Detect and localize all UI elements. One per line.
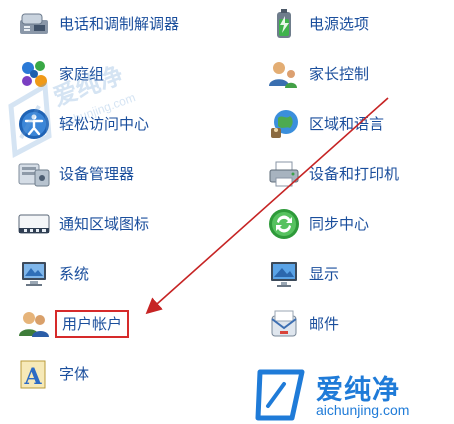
display-icon bbox=[266, 256, 302, 292]
system-icon bbox=[16, 256, 52, 292]
homegroup-icon bbox=[16, 56, 52, 92]
svg-text:A: A bbox=[23, 364, 42, 390]
item-user-accounts[interactable]: 用户帐户 bbox=[16, 304, 130, 344]
item-ease-of-access[interactable]: 轻松访问中心 bbox=[16, 104, 149, 144]
watermark-brand: 爱纯净 aichunjing.com bbox=[254, 366, 454, 424]
notification-area-icon bbox=[16, 206, 52, 242]
item-display[interactable]: 显示 bbox=[266, 254, 339, 294]
item-device-manager[interactable]: 设备管理器 bbox=[16, 154, 134, 194]
item-label: 轻松访问中心 bbox=[59, 115, 150, 133]
item-label: 家长控制 bbox=[309, 65, 370, 83]
item-label: 电话和调制解调器 bbox=[59, 15, 180, 33]
watermark-brand-text: 爱纯净 bbox=[316, 375, 400, 406]
mail-icon bbox=[266, 306, 302, 342]
item-label: 字体 bbox=[59, 365, 90, 383]
fonts-icon: A bbox=[16, 356, 52, 392]
parental-controls-icon bbox=[266, 56, 302, 92]
item-notification-area[interactable]: 通知区域图标 bbox=[16, 204, 149, 244]
user-accounts-icon bbox=[16, 306, 52, 342]
item-parental-controls[interactable]: 家长控制 bbox=[266, 54, 369, 94]
item-devices-printers[interactable]: 设备和打印机 bbox=[266, 154, 399, 194]
watermark-url-text: aichunjing.com bbox=[316, 402, 410, 418]
region-language-icon bbox=[266, 106, 302, 142]
sync-center-icon bbox=[266, 206, 302, 242]
item-label: 同步中心 bbox=[309, 215, 370, 233]
item-label: 通知区域图标 bbox=[59, 215, 150, 233]
item-power-options[interactable]: 电源选项 bbox=[266, 4, 369, 44]
power-options-icon bbox=[266, 6, 302, 42]
item-region-language[interactable]: 区域和语言 bbox=[266, 104, 384, 144]
item-label: 用户帐户 bbox=[54, 310, 130, 338]
item-label: 家庭组 bbox=[59, 65, 105, 83]
item-label: 设备和打印机 bbox=[309, 165, 400, 183]
item-label: 系统 bbox=[59, 265, 90, 283]
item-mail[interactable]: 邮件 bbox=[266, 304, 339, 344]
item-fonts[interactable]: A 字体 bbox=[16, 354, 89, 394]
item-system[interactable]: 系统 bbox=[16, 254, 89, 294]
item-label: 区域和语言 bbox=[309, 115, 385, 133]
devices-printers-icon bbox=[266, 156, 302, 192]
item-label: 电源选项 bbox=[309, 15, 370, 33]
item-phone-modem[interactable]: 电话和调制解调器 bbox=[16, 4, 179, 44]
watermark-logo-icon bbox=[255, 369, 305, 421]
item-label: 邮件 bbox=[309, 315, 340, 333]
item-homegroup[interactable]: 家庭组 bbox=[16, 54, 104, 94]
item-label: 设备管理器 bbox=[59, 165, 135, 183]
ease-of-access-icon bbox=[16, 106, 52, 142]
device-manager-icon bbox=[16, 156, 52, 192]
item-label: 显示 bbox=[309, 265, 340, 283]
item-sync-center[interactable]: 同步中心 bbox=[266, 204, 369, 244]
phone-modem-icon bbox=[16, 6, 52, 42]
control-panel-items: 电话和调制解调器 家庭组 轻松访问中心 设备管理器 通知区域图标 系统 用户帐户… bbox=[0, 0, 454, 424]
